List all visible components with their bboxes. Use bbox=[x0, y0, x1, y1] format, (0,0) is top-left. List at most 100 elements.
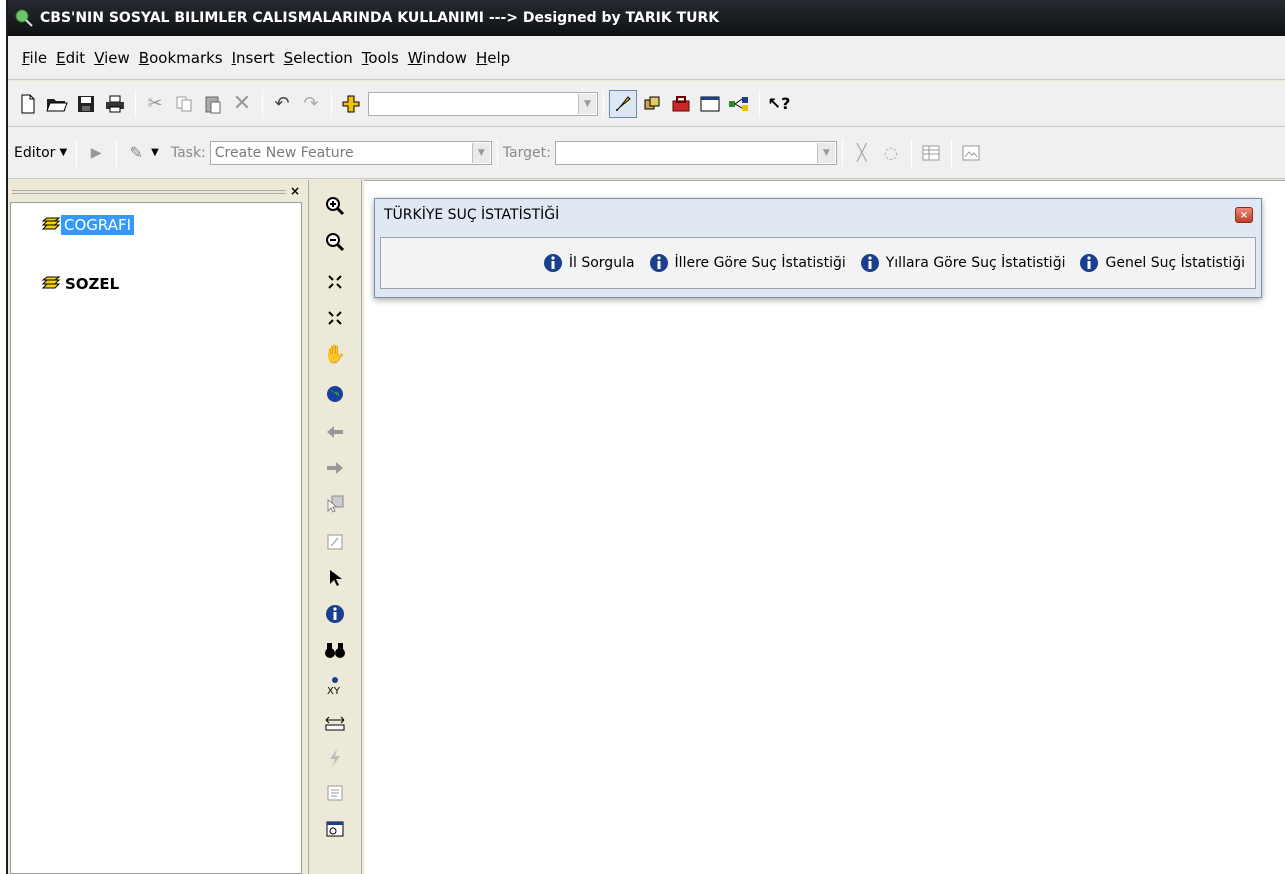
sketch-dropdown-icon[interactable]: ▼ bbox=[151, 147, 159, 158]
il-sorgula-button[interactable]: İl Sorgula bbox=[543, 253, 635, 273]
map-scale-combo[interactable]: ▼ bbox=[368, 91, 598, 116]
measure-icon[interactable] bbox=[321, 708, 349, 736]
info-icon bbox=[1080, 254, 1099, 272]
illere-gore-suc-button[interactable]: İllere Göre Suç İstatistiği bbox=[649, 253, 846, 273]
dock-grip[interactable] bbox=[12, 190, 286, 194]
toolbar-separator bbox=[496, 138, 498, 167]
info-icon bbox=[649, 254, 668, 272]
hyperlink-lightning-icon[interactable] bbox=[321, 744, 349, 772]
editor-menu-button[interactable]: Editor ▼ bbox=[14, 145, 67, 161]
close-icon[interactable]: × bbox=[1235, 207, 1253, 223]
toolbar-separator bbox=[135, 89, 136, 118]
sketch-properties-icon[interactable] bbox=[957, 139, 985, 167]
floating-toolbar-buttons: İl Sorgula İllere Göre Suç İstatistiği Y… bbox=[380, 237, 1256, 289]
attributes-icon[interactable] bbox=[917, 139, 945, 167]
copy-icon[interactable] bbox=[170, 90, 198, 118]
close-icon[interactable]: × bbox=[290, 184, 300, 198]
layer-item-sozel[interactable]: SOZEL bbox=[39, 275, 119, 293]
select-features-icon[interactable] bbox=[321, 490, 349, 518]
full-extent-globe-icon[interactable] bbox=[321, 380, 349, 408]
model-builder-icon[interactable] bbox=[725, 90, 753, 118]
print-icon[interactable] bbox=[101, 90, 129, 118]
split-tool-icon[interactable]: ╳ bbox=[848, 139, 876, 167]
task-value: Create New Feature bbox=[214, 144, 354, 161]
chevron-down-icon[interactable]: ▼ bbox=[471, 142, 490, 163]
layer-stack-icon bbox=[41, 217, 61, 230]
paste-icon[interactable] bbox=[199, 90, 227, 118]
menu-edit[interactable]: Edit bbox=[56, 49, 85, 67]
toc-layer-list: COGRAFI SOZEL bbox=[10, 202, 302, 874]
layer-name: COGRAFI bbox=[61, 215, 135, 235]
task-combo[interactable]: Create New Feature ▼ bbox=[209, 140, 492, 165]
fixed-zoom-out-icon[interactable] bbox=[321, 304, 349, 332]
arctoolbox-icon[interactable] bbox=[667, 90, 695, 118]
yillara-gore-suc-button[interactable]: Yıllara Göre Suç İstatistiği bbox=[860, 253, 1066, 273]
open-folder-icon[interactable] bbox=[43, 90, 71, 118]
redo-icon[interactable]: ↷ bbox=[297, 90, 325, 118]
menu-window[interactable]: Window bbox=[408, 49, 467, 67]
toolbar-separator bbox=[262, 89, 263, 118]
layer-item-cografi[interactable]: COGRAFI bbox=[39, 215, 135, 235]
command-line-icon[interactable] bbox=[696, 90, 724, 118]
application-window: CBS'NIN SOSYAL BILIMLER CALISMALARINDA K… bbox=[6, 0, 1285, 874]
menu-bookmarks[interactable]: Bookmarks bbox=[139, 49, 223, 67]
target-label: Target: bbox=[502, 144, 551, 161]
find-binoculars-icon[interactable] bbox=[321, 636, 349, 664]
layer-name: SOZEL bbox=[65, 275, 120, 293]
forward-arrow-icon[interactable] bbox=[321, 454, 349, 482]
menu-bar: File Edit View Bookmarks Insert Selectio… bbox=[8, 36, 1285, 80]
menu-help[interactable]: Help bbox=[476, 49, 510, 67]
title-bar: CBS'NIN SOSYAL BILIMLER CALISMALARINDA K… bbox=[8, 0, 1285, 36]
edit-tool-icon[interactable]: ▶ bbox=[82, 139, 110, 167]
toolbar-separator bbox=[76, 138, 78, 167]
arccatalog-icon[interactable] bbox=[638, 90, 666, 118]
identify-info-icon[interactable] bbox=[321, 600, 349, 628]
toolbar-separator bbox=[116, 138, 118, 167]
editor-toolbar-icon[interactable] bbox=[609, 89, 637, 118]
layer-stack-icon bbox=[41, 276, 61, 289]
button-label: Genel Suç İstatistiği bbox=[1105, 255, 1245, 271]
zoom-in-icon[interactable] bbox=[321, 192, 349, 220]
task-label: Task: bbox=[170, 144, 206, 161]
whats-this-help-icon[interactable]: ↖? bbox=[765, 90, 793, 118]
floating-toolbar: TÜRKİYE SUÇ İSTATİSTİĞİ × İl Sorgula İll… bbox=[374, 198, 1262, 298]
go-to-xy-icon[interactable]: XY bbox=[321, 672, 349, 700]
create-viewer-window-icon[interactable] bbox=[321, 816, 349, 844]
rotate-tool-icon[interactable]: ◌ bbox=[877, 139, 905, 167]
chevron-down-icon[interactable]: ▼ bbox=[816, 142, 835, 163]
select-elements-arrow-icon[interactable] bbox=[321, 564, 349, 592]
fixed-zoom-in-icon[interactable] bbox=[321, 268, 349, 296]
table-of-contents: × COGRAFI SOZEL bbox=[8, 180, 306, 874]
clear-selection-icon[interactable] bbox=[321, 528, 349, 556]
new-document-icon[interactable] bbox=[14, 90, 42, 118]
html-popup-icon[interactable] bbox=[321, 780, 349, 808]
back-arrow-icon[interactable] bbox=[321, 418, 349, 446]
zoom-out-icon[interactable] bbox=[321, 228, 349, 256]
app-globe-icon bbox=[15, 9, 33, 27]
toolbar-separator bbox=[950, 138, 952, 167]
window-title: CBS'NIN SOSYAL BILIMLER CALISMALARINDA K… bbox=[40, 10, 720, 26]
cut-icon[interactable]: ✂ bbox=[141, 90, 169, 118]
chevron-down-icon[interactable]: ▼ bbox=[578, 93, 596, 114]
menu-tools[interactable]: Tools bbox=[362, 49, 399, 67]
sketch-tool-icon[interactable]: ✎ bbox=[122, 139, 150, 167]
chevron-down-icon: ▼ bbox=[59, 147, 68, 158]
button-label: Yıllara Göre Suç İstatistiği bbox=[885, 255, 1066, 271]
target-combo[interactable]: ▼ bbox=[554, 140, 837, 165]
delete-icon[interactable]: ✕ bbox=[228, 90, 256, 118]
undo-icon[interactable]: ↶ bbox=[268, 90, 296, 118]
info-icon bbox=[860, 254, 879, 272]
toc-header: × bbox=[8, 180, 306, 202]
menu-file[interactable]: File bbox=[22, 49, 47, 67]
add-data-icon[interactable] bbox=[337, 90, 365, 118]
toolbar-separator bbox=[910, 138, 912, 167]
menu-view[interactable]: View bbox=[94, 49, 130, 67]
tools-toolbar: ✋ XY bbox=[308, 180, 362, 874]
genel-suc-button[interactable]: Genel Suç İstatistiği bbox=[1079, 253, 1245, 273]
standard-toolbar: ✂ ✕ ↶ ↷ ▼ ↖? bbox=[8, 81, 1285, 127]
pan-hand-icon[interactable]: ✋ bbox=[321, 340, 349, 368]
save-icon[interactable] bbox=[72, 90, 100, 118]
menu-selection[interactable]: Selection bbox=[284, 49, 353, 67]
toolbar-separator bbox=[759, 89, 760, 118]
menu-insert[interactable]: Insert bbox=[232, 49, 275, 67]
